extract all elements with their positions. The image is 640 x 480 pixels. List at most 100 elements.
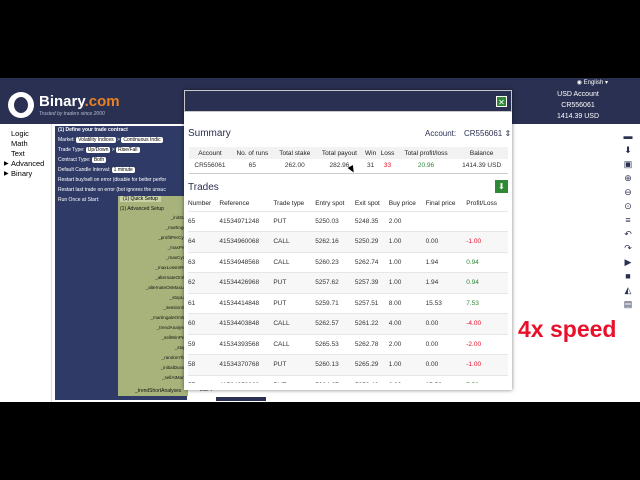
folder-open-icon[interactable]: ▬ [622,130,634,142]
stop-icon[interactable]: ■ [622,270,634,282]
trades-header-cell: Reference [219,197,274,211]
trade-cell: 61 [188,292,220,314]
expand-arrow-icon[interactable]: ▶ [4,160,9,167]
trade-cell: 1.00 [388,231,426,252]
variable-label: _martingaleOnWi [150,315,187,320]
logo-text[interactable]: Binary.com [39,93,120,110]
variable-label: _sellWinPro [161,335,186,340]
quick-setup-block[interactable]: _initSta _martinge _profitPerCyc _maxPro… [118,196,188,396]
account-select[interactable]: CR556061 ⇕ [464,129,511,138]
trade-cell: 5262.78 [354,333,389,355]
trade-cell: 5265.29 [354,354,389,375]
trade-cell: 5250.29 [354,231,389,252]
trade-cell: 7.53 [466,292,508,314]
trade-type-select[interactable]: Up/Down [85,147,111,153]
summary-cell: 262.00 [273,159,316,174]
summary-header-cell: Total profit/loss [396,147,456,159]
trade-cell: PUT [273,210,316,232]
variable-label: _alternateOnMaxLo [145,285,186,290]
horizontal-scrollbar[interactable] [216,397,266,401]
download-icon: ⬇ [498,182,505,191]
trade-cell: 0.00 [425,313,467,334]
video-letterbox-bottom [0,402,640,480]
contract-type-select[interactable]: Both [91,157,107,163]
variable-label: _alternateOnW [155,275,186,280]
binary-logo-icon[interactable] [8,92,34,118]
trend-short-label: _trendShortAnalyses [135,388,182,394]
download-trades-button[interactable]: ⬇ [495,180,508,193]
chart-icon[interactable]: ◭ [622,284,634,296]
advanced-setup-label[interactable]: (1) Advanced Setup [120,206,164,212]
account-id[interactable]: CR556061 [548,102,608,109]
download-icon[interactable]: ⬇ [622,144,634,156]
trade-cell: 41534414848 [219,292,274,314]
market-select[interactable]: Volatility Indices [76,137,116,143]
variable-label: _sessionSt [163,305,186,310]
play-icon[interactable]: ▶ [622,256,634,268]
trade-cell: 64 [188,231,220,252]
language-selector[interactable]: ◉ English ▾ [577,79,608,86]
summary-cell: 31 [363,159,379,174]
summary-cell: 1414.39 USD [455,159,508,174]
blocks-menu-item-logic[interactable]: Logic [11,129,29,138]
sort-arrows-icon: ⇕ [504,129,512,138]
candle-interval-select[interactable]: 1 minute [111,167,135,173]
trade-cell [466,210,508,232]
summary-header-cell: Account [189,147,231,159]
trade-subtype-select[interactable]: Rise/Fall [116,147,140,153]
summary-header-cell: Balance [455,147,508,159]
trades-header-cell: Trade type [273,197,316,211]
trade-cell: 5264.67 [315,374,355,383]
quick-setup-label[interactable]: (1) Quick Setup [120,196,161,202]
restart-last-trade-field: Restart last trade on error (bot ignores… [58,187,166,193]
submarket-select[interactable]: Continuous Indic [121,137,163,143]
trade-cell: 5259.48 [354,374,389,383]
trade-cell: 62 [188,272,220,293]
trade-cell: PUT [273,292,316,314]
table-row: 5741534358228PUT5264.675259.488.0015.537… [188,374,508,383]
trade-cell: 5257.39 [354,272,389,293]
blocks-menu-item-text[interactable]: Text [11,149,25,158]
trade-cell: 5260.13 [315,354,355,375]
summary-cell: 65 [230,159,274,174]
trade-cell: 5248.35 [354,210,389,232]
blocks-menu-item-math[interactable]: Math [11,139,28,148]
variable-label: _maxLossInRo [155,265,186,270]
trades-header-cell: Number [188,197,220,211]
undo-icon[interactable]: ↶ [622,228,634,240]
blocks-menu-item-binary[interactable]: Binary [11,169,32,178]
dialog-titlebar[interactable]: ✕ [184,90,512,112]
blocks-menu-item-advanced[interactable]: Advanced [11,159,44,168]
close-icon[interactable]: ✕ [496,96,507,107]
trade-cell: 41534358228 [219,374,274,383]
sort-icon[interactable]: ≡ [622,214,634,226]
expand-arrow-icon[interactable]: ▶ [4,170,9,177]
zoom-out-icon[interactable]: ⊖ [622,186,634,198]
save-icon[interactable]: ▣ [622,158,634,170]
trade-cell: 8.00 [388,292,426,314]
trade-cell: 41534393568 [219,333,274,355]
variable-label: _martinge [165,225,186,230]
trades-table-container[interactable]: Number Reference Trade type Entry spot E… [188,197,508,383]
trade-cell: 65 [188,210,220,232]
account-type[interactable]: USD Account [548,91,608,98]
summary-header-cell: Win [363,147,379,159]
zoom-in-icon[interactable]: ⊕ [622,172,634,184]
summary-header-cell: No. of runs [230,147,274,159]
trade-cell: 5265.53 [315,333,355,355]
trade-cell: 63 [188,251,220,273]
trade-cell: 4.00 [388,313,426,334]
redo-icon[interactable]: ↷ [622,242,634,254]
trade-cell: 2.00 [388,333,426,355]
trade-cell: PUT [273,272,316,293]
trade-cell: -4.00 [466,313,508,334]
trade-cell: -1.00 [466,354,508,375]
trade-cell: 0.00 [425,231,467,252]
video-letterbox-top [0,0,640,78]
variable-label: _maxCycl [165,255,186,260]
zoom-reset-icon[interactable]: ⊙ [622,200,634,212]
table-row: 61 41534414848 PUT 5259.71 5257.51 8.00 15.53 7… [188,292,508,314]
trading-view-icon[interactable]: ▤ [622,298,634,310]
trade-cell: 59 [188,333,220,355]
table-row: 65 41534971248 PUT 5250.03 5248.35 2.00 [188,210,508,232]
